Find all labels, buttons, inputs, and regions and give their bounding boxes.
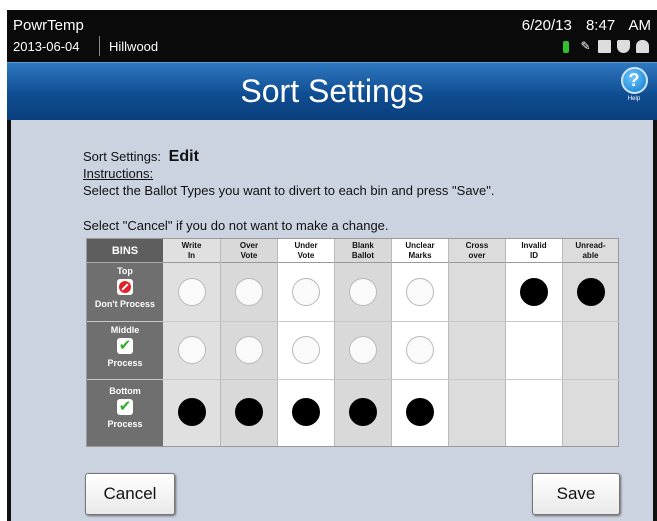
status-divider [99,36,100,56]
bin-bottom-selector-1[interactable] [177,398,206,426]
bin-top-selector-7[interactable] [519,278,548,306]
bin-action: Don't Process [94,299,156,309]
main-panel: Sort Settings: Edit Instructions: Select… [11,120,653,521]
settings-heading: Sort Settings: Edit [83,148,199,166]
app-window: PowrTemp 2013-06-04 Hillwood 6/20/13 8:4… [7,10,657,521]
bin-action: Process [107,358,143,368]
column-header: Unclear Marks [392,239,448,263]
instruction-line-1: Select the Ballot Types you want to dive… [83,183,495,198]
column-header: Cross over [449,239,505,263]
location-label: Hillwood [109,39,159,54]
power-plug-icon: ✎ [580,39,591,53]
bin-top-selector-1[interactable] [177,278,206,306]
battery-icon [563,40,569,53]
sort-grid: BINS Top Don't Process Middle ✔ Process … [86,238,620,447]
bin-middle-selector-4[interactable] [348,336,377,364]
no-entry-icon [117,279,133,295]
column-header: Unread-able [563,239,618,263]
bin-bottom-selector-3[interactable] [291,398,320,426]
bin-bottom: Bottom ✔ Process [87,379,163,446]
checkmark-icon: ✔ [117,398,133,415]
bins-header: BINS [87,239,163,263]
column-invalid-id: Invalid ID [505,239,562,446]
help-icon: ? [620,67,648,94]
save-button[interactable]: Save [532,473,620,515]
session-date: 2013-06-04 [13,39,80,54]
app-name: PowrTemp [13,17,84,34]
column-header: Write In [163,239,220,263]
bin-middle-selector-2[interactable] [234,336,263,364]
cancel-button[interactable]: Cancel [85,473,175,515]
bin-middle: Middle ✔ Process [87,321,163,379]
column-header: Blank Ballot [335,239,391,263]
bin-top-selector-8[interactable] [576,278,605,306]
help-button[interactable]: ? Help [619,67,649,102]
lock-icon [636,40,649,53]
bin-action: Process [107,419,143,429]
bin-name: Middle [110,325,140,335]
page-title: Sort Settings [240,73,424,109]
bin-middle-selector-5[interactable] [405,336,434,364]
bins-column: BINS Top Don't Process Middle ✔ Process … [87,239,163,446]
instruction-line-2: Select "Cancel" if you do not want to ma… [83,218,389,233]
column-header: Invalid ID [506,239,562,263]
shield-icon [617,40,630,53]
bin-top-selector-4[interactable] [348,278,377,306]
bin-top: Top Don't Process [87,263,163,321]
bin-top-selector-2[interactable] [234,278,263,306]
status-bar: PowrTemp 2013-06-04 Hillwood 6/20/13 8:4… [7,10,657,62]
bin-middle-selector-1[interactable] [177,336,206,364]
bin-top-selector-5[interactable] [405,278,434,306]
bin-name: Top [117,266,133,276]
status-icons: ✎ [563,40,649,53]
bin-bottom-selector-5[interactable] [405,398,434,426]
settings-label: Sort Settings: [83,149,162,164]
checkmark-icon: ✔ [117,337,133,354]
instructions-title: Instructions: [83,166,154,181]
column-header: Under Vote [278,239,334,263]
bin-bottom-selector-4[interactable] [348,398,377,426]
settings-mode: Edit [168,148,199,165]
bin-name: Bottom [109,386,141,396]
document-icon [598,40,611,53]
row-divider [87,379,620,380]
row-divider [87,321,620,322]
bin-top-selector-3[interactable] [291,278,320,306]
column-unreadable: Unread-able [562,239,618,446]
column-crossover: Cross over [448,239,505,446]
bin-bottom-selector-2[interactable] [234,398,263,426]
clock: 6/20/13 8:47 AM [521,17,651,34]
column-header: Over Vote [221,239,277,263]
help-label: Help [627,96,641,102]
bin-middle-selector-3[interactable] [291,336,320,364]
title-banner: Sort Settings ? Help [7,62,657,120]
